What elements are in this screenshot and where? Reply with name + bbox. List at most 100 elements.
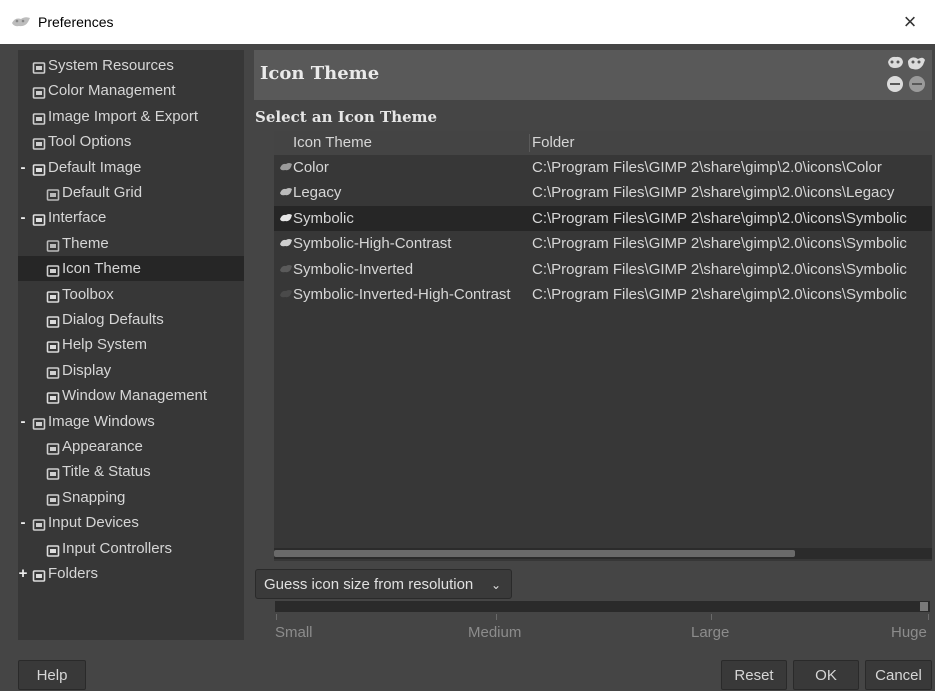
slider-handle[interactable] xyxy=(920,602,928,611)
sidebar-item-label: Folders xyxy=(48,565,99,582)
scrollbar-thumb[interactable] xyxy=(274,550,795,557)
sidebar-item[interactable]: Appearance xyxy=(18,434,244,459)
table-row[interactable]: Symbolic C:\Program Files\GIMP 2\share\gi… xyxy=(274,205,932,231)
sidebar-item-label: Title & Status xyxy=(62,463,151,481)
image-windows-icon xyxy=(32,414,46,430)
toolbox-icon xyxy=(46,287,60,303)
table-row[interactable]: Symbolic-High-Contrast C:\Program Files\G… xyxy=(274,231,932,256)
sidebar-item-label: Dialog Defaults xyxy=(62,311,164,328)
sidebar-item-label: Default Image xyxy=(48,158,142,176)
sidebar-item[interactable]: Icon Theme xyxy=(18,256,244,282)
scale-label-large: Large xyxy=(691,624,730,641)
input-devices-icon xyxy=(32,515,46,532)
theme-name: Legacy xyxy=(293,184,342,202)
sidebar-item[interactable]: Input Controllers xyxy=(18,536,244,561)
table-row[interactable]: Color C:\Program Files\GIMP 2\share\gimp\… xyxy=(274,155,932,180)
display-icon xyxy=(46,363,60,379)
image-import-export-icon xyxy=(32,109,46,125)
title-status-icon xyxy=(46,464,60,481)
expand-icon[interactable]: + xyxy=(18,561,28,586)
default-image-icon xyxy=(32,160,46,176)
theme-preview-icon xyxy=(280,163,292,171)
table-row[interactable]: Legacy C:\Program Files\GIMP 2\share\gimp… xyxy=(274,180,932,205)
table-header: Icon Theme Folder xyxy=(274,131,932,155)
slider-tick xyxy=(496,614,497,620)
sidebar-item-label: Image Import & Export xyxy=(48,107,199,125)
snapping-icon xyxy=(46,490,60,506)
sidebar-item[interactable]: Snapping xyxy=(18,485,244,510)
sidebar-item[interactable]: Help System xyxy=(18,332,244,357)
collapse-icon[interactable]: - xyxy=(18,409,28,434)
theme-folder: C:\Program Files\GIMP 2\share\gimp\2.0\i… xyxy=(532,184,895,202)
sidebar-item[interactable]: Theme xyxy=(18,231,244,256)
column-separator xyxy=(529,134,530,152)
sidebar-item[interactable]: Color Management xyxy=(18,78,244,103)
scale-label-medium: Medium xyxy=(468,624,522,641)
interface-icon xyxy=(32,210,46,227)
sidebar-item[interactable]: Image Import & Export xyxy=(18,104,244,129)
close-icon[interactable]: × xyxy=(897,9,923,35)
column-header-icon-theme[interactable]: Icon Theme xyxy=(293,131,372,155)
collapse-icon[interactable]: - xyxy=(18,205,28,230)
sidebar-item[interactable]: System Resources xyxy=(18,53,244,78)
sidebar-item-label: Window Management xyxy=(62,387,208,405)
column-header-folder[interactable]: Folder xyxy=(532,131,575,155)
preferences-category-tree: System Resources Color Management Image Im… xyxy=(18,50,244,640)
input-controllers-icon xyxy=(46,541,60,557)
theme-folder: C:\Program Files\GIMP 2\share\gimp\2.0\i… xyxy=(532,159,882,176)
theme-folder: C:\Program Files\GIMP 2\share\gimp\2.0\i… xyxy=(532,209,907,227)
window-titlebar: Preferences × xyxy=(0,0,935,44)
wilber-icon xyxy=(887,56,925,92)
sidebar-item-label: Tool Options xyxy=(48,133,132,151)
sidebar-item[interactable]: Title & Status xyxy=(18,459,244,484)
scale-label-small: Small xyxy=(275,624,313,641)
tool-options-icon xyxy=(32,134,46,151)
sidebar-item[interactable]: - Image Windows xyxy=(18,409,244,434)
sidebar-item-label: Input Devices xyxy=(48,514,139,532)
table-row[interactable]: Symbolic-Inverted C:\Program Files\GIMP 2… xyxy=(274,257,932,282)
window-management-icon xyxy=(46,388,60,405)
slider-tick xyxy=(711,614,712,620)
sidebar-item[interactable]: - Default Image xyxy=(18,155,244,180)
appearance-icon xyxy=(46,439,60,455)
theme-name: Symbolic-Inverted xyxy=(293,260,414,278)
horizontal-scrollbar[interactable] xyxy=(274,548,932,559)
sidebar-item-label: Icon Theme xyxy=(62,260,141,278)
sidebar-item-label: Display xyxy=(62,361,112,379)
sidebar-item[interactable]: Default Grid xyxy=(18,180,244,205)
table-row[interactable]: Symbolic-Inverted-High-Contrast C:\Progra… xyxy=(274,282,932,307)
folders-icon xyxy=(32,566,46,582)
collapse-icon[interactable]: - xyxy=(18,510,28,535)
collapse-icon[interactable]: - xyxy=(18,155,28,180)
sidebar-item[interactable]: Tool Options xyxy=(18,129,244,154)
theme-preview-icon xyxy=(280,264,292,272)
slider-tick xyxy=(276,614,277,620)
page-header: Icon Theme xyxy=(254,50,932,100)
theme-preview-icon xyxy=(280,213,292,222)
sidebar-item[interactable]: Toolbox xyxy=(18,282,244,307)
theme-folder: C:\Program Files\GIMP 2\share\gimp\2.0\i… xyxy=(532,235,907,253)
icon-theme-table: Icon Theme Folder Color C:\Program Files\… xyxy=(274,131,932,561)
sidebar-item[interactable]: + Folders xyxy=(18,561,244,586)
dialog-defaults-icon xyxy=(46,312,60,328)
sidebar-item-label: Appearance xyxy=(62,438,143,455)
theme-name: Symbolic-High-Contrast xyxy=(293,235,452,253)
sidebar-item[interactable]: - Input Devices xyxy=(18,510,244,535)
sidebar-item[interactable]: Dialog Defaults xyxy=(18,307,244,332)
sidebar-item[interactable]: Display xyxy=(18,358,244,383)
sidebar-item-label: Interface xyxy=(48,209,107,227)
theme-preview-icon xyxy=(280,290,292,298)
sidebar-item-label: Theme xyxy=(62,234,109,252)
window-title: Preferences xyxy=(38,14,114,30)
sidebar-item-label: Color Management xyxy=(48,82,176,100)
theme-icon xyxy=(46,236,60,252)
theme-folder: C:\Program Files\GIMP 2\share\gimp\2.0\i… xyxy=(532,286,907,303)
icon-size-mode-combo[interactable]: Guess icon size from resolution ⌄ xyxy=(255,569,512,599)
icon-size-slider[interactable] xyxy=(275,601,930,612)
sidebar-item[interactable]: - Interface xyxy=(18,205,244,230)
page-title: Icon Theme xyxy=(260,63,380,84)
sidebar-item[interactable]: Window Management xyxy=(18,383,244,408)
sidebar-item-label: Help System xyxy=(62,336,148,354)
sidebar-item-label: Image Windows xyxy=(48,412,155,430)
theme-preview-icon xyxy=(280,239,292,247)
